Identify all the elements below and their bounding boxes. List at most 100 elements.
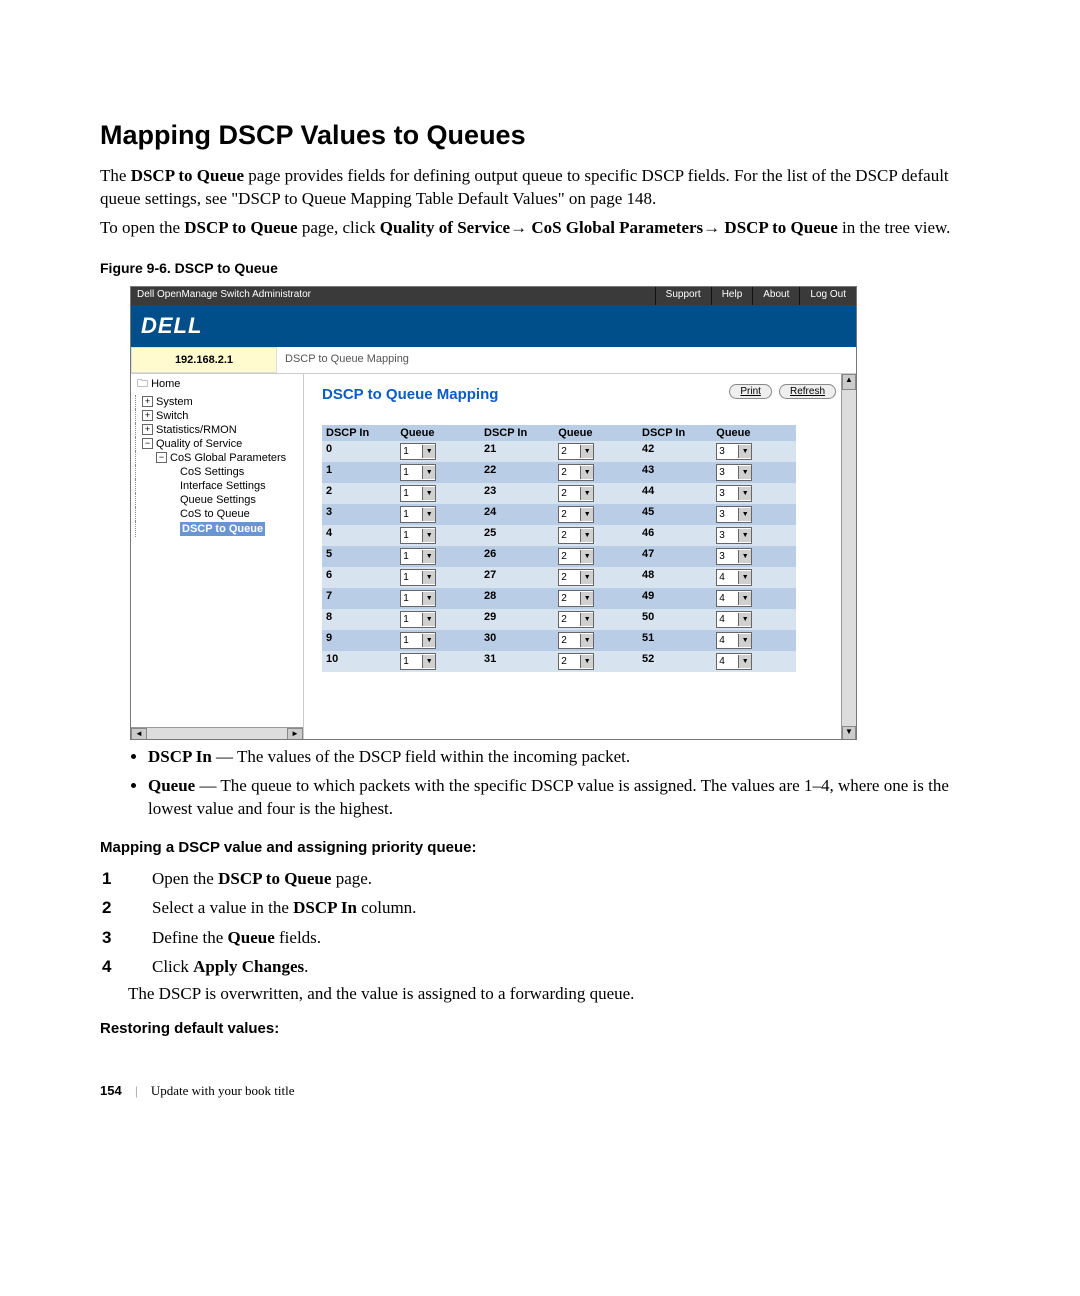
expand-icon[interactable]: + — [142, 410, 153, 421]
chevron-down-icon[interactable]: ▼ — [422, 508, 435, 521]
queue-select[interactable]: 2▼ — [558, 506, 594, 523]
chevron-down-icon[interactable]: ▼ — [738, 613, 751, 626]
chevron-down-icon[interactable]: ▼ — [738, 466, 751, 479]
queue-select[interactable]: 1▼ — [400, 653, 436, 670]
print-button[interactable]: Print — [729, 384, 772, 399]
chevron-down-icon[interactable]: ▼ — [580, 529, 593, 542]
refresh-button[interactable]: Refresh — [779, 384, 836, 399]
queue-select[interactable]: 2▼ — [558, 443, 594, 460]
queue-select[interactable]: 2▼ — [558, 653, 594, 670]
chevron-down-icon[interactable]: ▼ — [738, 508, 751, 521]
step-note: The DSCP is overwritten, and the value i… — [100, 984, 980, 1004]
chevron-down-icon[interactable]: ▼ — [580, 445, 593, 458]
expand-icon[interactable]: + — [142, 396, 153, 407]
dscp-value: 47 — [638, 546, 712, 567]
queue-select[interactable]: 1▼ — [400, 590, 436, 607]
dscp-value: 25 — [480, 525, 554, 546]
queue-select[interactable]: 2▼ — [558, 569, 594, 586]
scroll-down-icon[interactable]: ▼ — [842, 726, 856, 740]
nav-cos-global[interactable]: CoS Global Parameters — [170, 452, 286, 464]
queue-select[interactable]: 4▼ — [716, 653, 752, 670]
nav-cos-to-queue[interactable]: CoS to Queue — [180, 508, 250, 520]
chevron-down-icon[interactable]: ▼ — [422, 592, 435, 605]
chevron-down-icon[interactable]: ▼ — [738, 655, 751, 668]
chevron-down-icon[interactable]: ▼ — [580, 592, 593, 605]
queue-select[interactable]: 1▼ — [400, 632, 436, 649]
chevron-down-icon[interactable]: ▼ — [580, 655, 593, 668]
nav-home[interactable]: Home — [151, 378, 180, 390]
chevron-down-icon[interactable]: ▼ — [422, 550, 435, 563]
help-link[interactable]: Help — [711, 287, 753, 305]
logout-link[interactable]: Log Out — [799, 287, 856, 305]
chevron-down-icon[interactable]: ▼ — [422, 445, 435, 458]
chevron-down-icon[interactable]: ▼ — [580, 466, 593, 479]
nav-qos[interactable]: Quality of Service — [156, 438, 242, 450]
queue-select[interactable]: 1▼ — [400, 569, 436, 586]
chevron-down-icon[interactable]: ▼ — [422, 466, 435, 479]
queue-select[interactable]: 2▼ — [558, 527, 594, 544]
chevron-down-icon[interactable]: ▼ — [738, 487, 751, 500]
queue-select[interactable]: 2▼ — [558, 464, 594, 481]
queue-select[interactable]: 1▼ — [400, 485, 436, 502]
t: Queue — [228, 928, 275, 947]
queue-select[interactable]: 2▼ — [558, 590, 594, 607]
scroll-right-icon[interactable]: ► — [287, 728, 303, 740]
chevron-down-icon[interactable]: ▼ — [580, 550, 593, 563]
collapse-icon[interactable]: − — [142, 438, 153, 449]
nav-system[interactable]: System — [156, 396, 193, 408]
nav-tree[interactable]: 🗀 Home +System +Switch +Statistics/RMON … — [131, 374, 304, 740]
table-row: 292▼ — [480, 609, 638, 630]
queue-select[interactable]: 2▼ — [558, 485, 594, 502]
chevron-down-icon[interactable]: ▼ — [580, 634, 593, 647]
chevron-down-icon[interactable]: ▼ — [422, 613, 435, 626]
queue-select[interactable]: 4▼ — [716, 590, 752, 607]
queue-select[interactable]: 1▼ — [400, 548, 436, 565]
queue-select[interactable]: 3▼ — [716, 443, 752, 460]
queue-select[interactable]: 1▼ — [400, 611, 436, 628]
chevron-down-icon[interactable]: ▼ — [580, 487, 593, 500]
queue-select[interactable]: 1▼ — [400, 506, 436, 523]
queue-select[interactable]: 4▼ — [716, 632, 752, 649]
chevron-down-icon[interactable]: ▼ — [422, 634, 435, 647]
chevron-down-icon[interactable]: ▼ — [738, 529, 751, 542]
chevron-down-icon[interactable]: ▼ — [580, 508, 593, 521]
queue-select[interactable]: 3▼ — [716, 485, 752, 502]
expand-icon[interactable]: + — [142, 424, 153, 435]
chevron-down-icon[interactable]: ▼ — [738, 550, 751, 563]
scroll-left-icon[interactable]: ◄ — [131, 728, 147, 740]
chevron-down-icon[interactable]: ▼ — [738, 634, 751, 647]
nav-queue-settings[interactable]: Queue Settings — [180, 494, 256, 506]
nav-switch[interactable]: Switch — [156, 410, 188, 422]
v-scrollbar[interactable]: ▲ ▼ — [841, 374, 856, 740]
queue-select[interactable]: 3▼ — [716, 506, 752, 523]
queue-select[interactable]: 2▼ — [558, 611, 594, 628]
queue-select[interactable]: 2▼ — [558, 632, 594, 649]
chevron-down-icon[interactable]: ▼ — [422, 487, 435, 500]
chevron-down-icon[interactable]: ▼ — [422, 529, 435, 542]
chevron-down-icon[interactable]: ▼ — [738, 445, 751, 458]
chevron-down-icon[interactable]: ▼ — [738, 592, 751, 605]
queue-select[interactable]: 1▼ — [400, 464, 436, 481]
queue-select[interactable]: 3▼ — [716, 527, 752, 544]
h-scrollbar[interactable]: ◄► — [131, 727, 303, 740]
nav-cos-settings[interactable]: CoS Settings — [180, 466, 244, 478]
nav-if-settings[interactable]: Interface Settings — [180, 480, 266, 492]
chevron-down-icon[interactable]: ▼ — [738, 571, 751, 584]
chevron-down-icon[interactable]: ▼ — [422, 571, 435, 584]
nav-stats[interactable]: Statistics/RMON — [156, 424, 237, 436]
chevron-down-icon[interactable]: ▼ — [580, 613, 593, 626]
queue-select[interactable]: 3▼ — [716, 548, 752, 565]
queue-select[interactable]: 1▼ — [400, 443, 436, 460]
support-link[interactable]: Support — [655, 287, 711, 305]
queue-select[interactable]: 2▼ — [558, 548, 594, 565]
nav-dscp-to-queue[interactable]: DSCP to Queue — [180, 522, 265, 536]
scroll-up-icon[interactable]: ▲ — [842, 374, 856, 390]
queue-select[interactable]: 3▼ — [716, 464, 752, 481]
chevron-down-icon[interactable]: ▼ — [580, 571, 593, 584]
queue-select[interactable]: 4▼ — [716, 611, 752, 628]
chevron-down-icon[interactable]: ▼ — [422, 655, 435, 668]
queue-select[interactable]: 4▼ — [716, 569, 752, 586]
about-link[interactable]: About — [752, 287, 799, 305]
queue-select[interactable]: 1▼ — [400, 527, 436, 544]
collapse-icon[interactable]: − — [156, 452, 167, 463]
